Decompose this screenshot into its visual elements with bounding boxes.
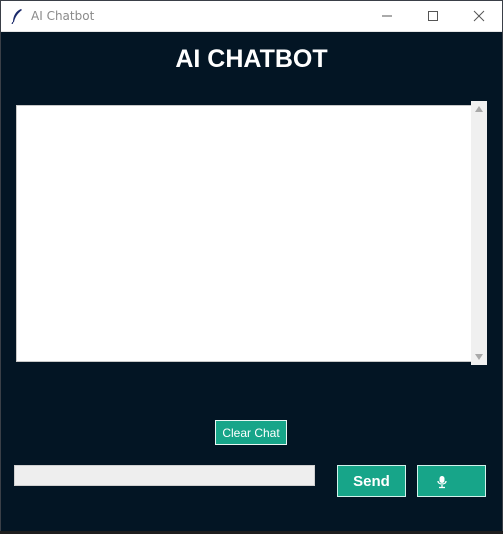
- minimize-button[interactable]: [364, 1, 410, 31]
- feather-icon: [10, 8, 24, 25]
- scroll-down-icon[interactable]: [474, 353, 484, 361]
- minimize-icon: [382, 15, 392, 17]
- scroll-up-icon[interactable]: [474, 105, 484, 113]
- clear-chat-button[interactable]: Clear Chat: [215, 420, 287, 445]
- message-input[interactable]: [14, 465, 315, 486]
- maximize-button[interactable]: [410, 1, 456, 31]
- window-title: AI Chatbot: [31, 9, 95, 23]
- voice-input-button[interactable]: [417, 465, 486, 497]
- chat-scrollbar[interactable]: [471, 101, 487, 365]
- title-bar[interactable]: AI Chatbot: [1, 1, 502, 32]
- chat-display[interactable]: [16, 105, 472, 362]
- microphone-icon: [437, 476, 447, 489]
- send-button[interactable]: Send: [337, 465, 406, 497]
- app-window: AI Chatbot AI CHATBOT Clear Chat Send: [0, 0, 503, 533]
- page-title: AI CHATBOT: [175, 45, 328, 73]
- close-button[interactable]: [456, 1, 502, 31]
- close-icon: [473, 10, 485, 22]
- maximize-icon: [428, 11, 438, 21]
